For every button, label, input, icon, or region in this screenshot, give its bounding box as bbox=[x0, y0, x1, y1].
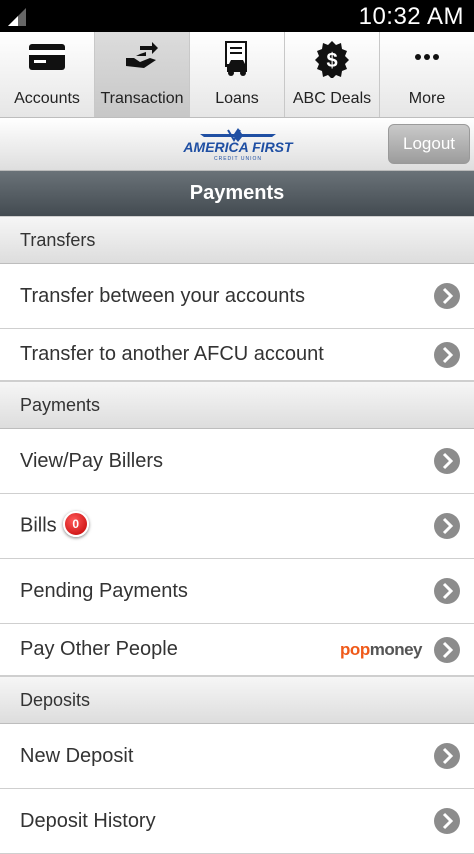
page-title: Payments bbox=[0, 171, 474, 216]
section-header-transfers: Transfers bbox=[0, 216, 474, 264]
card-icon bbox=[29, 44, 65, 70]
tab-more[interactable]: More bbox=[380, 32, 474, 117]
list-item-label: Deposit History bbox=[20, 809, 156, 832]
logout-button[interactable]: Logout bbox=[388, 124, 470, 164]
tab-label: Loans bbox=[215, 90, 259, 107]
status-bar: 10:32 AM bbox=[0, 0, 474, 32]
list-item-label: View/Pay Billers bbox=[20, 449, 164, 472]
chevron-right-icon bbox=[434, 578, 460, 604]
tab-label: Accounts bbox=[14, 90, 80, 107]
tab-bar: Accounts Transaction Loans $ ABC Deals M… bbox=[0, 32, 474, 118]
tab-transaction[interactable]: Transaction bbox=[95, 32, 190, 117]
list-item-label: Transfer between your accounts bbox=[20, 284, 305, 307]
more-icon bbox=[415, 54, 439, 60]
chevron-right-icon bbox=[434, 283, 460, 309]
transfer-icon bbox=[126, 42, 158, 68]
list-item-transfer-another-afcu[interactable]: Transfer to another AFCU account bbox=[0, 329, 474, 381]
tab-label: More bbox=[408, 90, 446, 107]
chevron-right-icon bbox=[434, 448, 460, 474]
chevron-right-icon bbox=[434, 636, 460, 663]
chevron-right-icon bbox=[434, 513, 460, 539]
tab-abc-deals[interactable]: $ ABC Deals bbox=[285, 32, 380, 117]
app-header: AMERICA FIRST CREDIT UNION Logout bbox=[0, 118, 474, 171]
list-item-deposit-history[interactable]: Deposit History bbox=[0, 789, 474, 854]
america-first-logo: AMERICA FIRST CREDIT UNION bbox=[182, 128, 294, 162]
chevron-right-icon bbox=[434, 808, 460, 834]
list-item-new-deposit[interactable]: New Deposit bbox=[0, 724, 474, 789]
status-time: 10:32 AM bbox=[358, 3, 464, 30]
logo-subtext: CREDIT UNION bbox=[214, 156, 262, 162]
list-item-transfer-between-accounts[interactable]: Transfer between your accounts bbox=[0, 264, 474, 329]
section-header-deposits: Deposits bbox=[0, 676, 474, 724]
loan-icon bbox=[225, 41, 247, 76]
list-item-label: Transfer to another AFCU account bbox=[20, 343, 324, 365]
list-item-pending-payments[interactable]: Pending Payments bbox=[0, 559, 474, 624]
dollar-icon: $ bbox=[315, 41, 349, 78]
tab-loans[interactable]: Loans bbox=[190, 32, 285, 117]
section-header-payments: Payments bbox=[0, 381, 474, 429]
tab-label: Transaction bbox=[100, 90, 184, 107]
tab-label: ABC Deals bbox=[292, 90, 372, 107]
popmoney-logo: popmoney bbox=[340, 639, 422, 659]
signal-icon bbox=[8, 8, 26, 26]
bills-label: Bills bbox=[20, 514, 57, 537]
bills-count-badge: 0 bbox=[62, 511, 89, 537]
list-item-label: Bills 0 bbox=[20, 511, 434, 539]
list-item-bills[interactable]: Bills 0 bbox=[0, 494, 474, 559]
list-item-pay-other-people[interactable]: Pay Other People popmoney bbox=[0, 624, 474, 676]
list-item-view-pay-billers[interactable]: View/Pay Billers bbox=[0, 429, 474, 494]
tab-accounts[interactable]: Accounts bbox=[0, 32, 95, 117]
list-item-label: New Deposit bbox=[20, 744, 134, 767]
chevron-right-icon bbox=[434, 341, 460, 368]
logo-text: AMERICA FIRST bbox=[182, 139, 294, 155]
chevron-right-icon bbox=[434, 743, 460, 769]
svg-text:$: $ bbox=[326, 50, 337, 72]
list-item-label: Pending Payments bbox=[20, 579, 188, 602]
list-item-label: Pay Other People bbox=[20, 638, 178, 660]
